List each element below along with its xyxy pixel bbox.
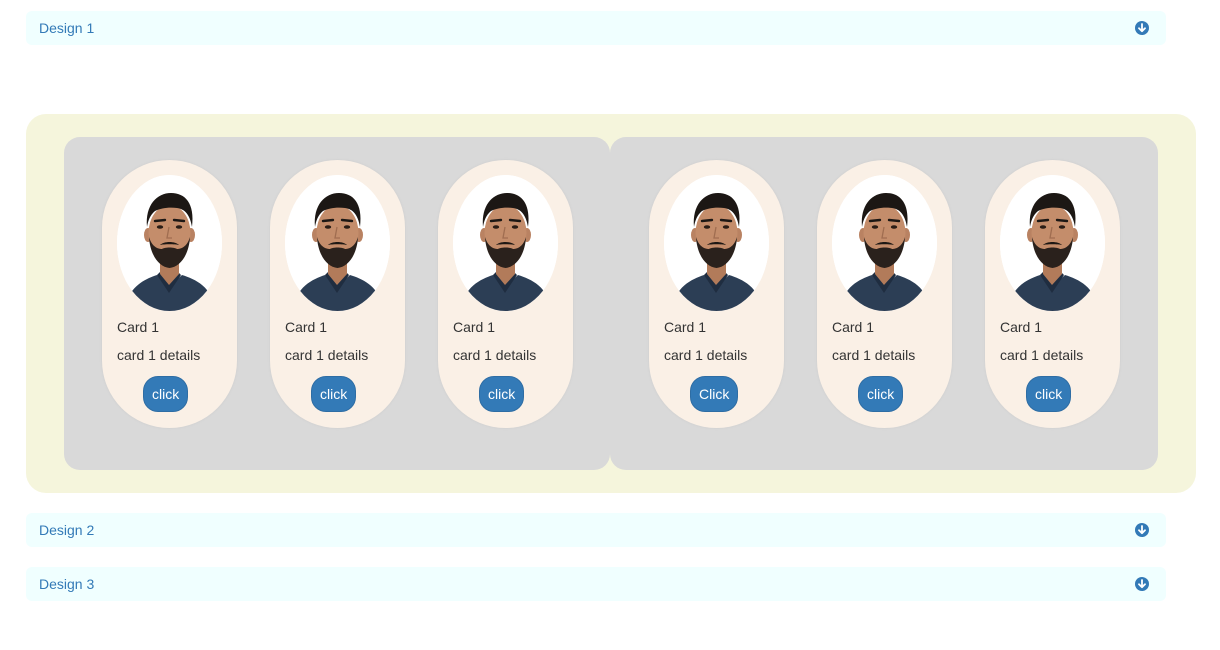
card-click-button[interactable]: click — [858, 376, 904, 412]
accordion-header-design-2[interactable]: Design 2 — [26, 513, 1166, 547]
profile-card: Card 1 card 1 details click — [270, 160, 405, 428]
card-title: Card 1 — [453, 319, 496, 335]
profile-card: Card 1 card 1 details click — [438, 160, 573, 428]
profile-photo — [1000, 175, 1105, 311]
card-title: Card 1 — [664, 319, 707, 335]
profile-card: Card 1 card 1 details click — [985, 160, 1120, 428]
card-title: Card 1 — [117, 319, 160, 335]
card-click-button[interactable]: click — [311, 376, 357, 412]
profile-photo — [453, 175, 558, 311]
accordion-header-design-3[interactable]: Design 3 — [26, 567, 1166, 601]
circle-arrow-down-icon[interactable] — [1135, 523, 1149, 537]
accordion-title: Design 2 — [39, 522, 95, 538]
accordion-title: Design 1 — [39, 20, 95, 36]
profile-photo — [832, 175, 937, 311]
card-details: card 1 details — [453, 347, 537, 363]
card-click-button[interactable]: Click — [690, 376, 739, 412]
card-click-button[interactable]: click — [143, 376, 189, 412]
profile-photo — [285, 175, 390, 311]
card-title: Card 1 — [285, 319, 328, 335]
card-title: Card 1 — [832, 319, 875, 335]
card-group-2: Card 1 card 1 details Click Card 1 card … — [610, 137, 1158, 470]
card-click-button[interactable]: click — [479, 376, 525, 412]
profile-card: Card 1 card 1 details click — [817, 160, 952, 428]
card-details: card 1 details — [117, 347, 201, 363]
circle-arrow-down-icon[interactable] — [1135, 577, 1149, 591]
profile-card: Card 1 card 1 details click — [102, 160, 237, 428]
card-title: Card 1 — [1000, 319, 1043, 335]
accordion-panel-design-1: Card 1 card 1 details click Card 1 card … — [26, 114, 1196, 493]
card-click-button[interactable]: click — [1026, 376, 1072, 412]
card-details: card 1 details — [664, 347, 748, 363]
card-group-1: Card 1 card 1 details click Card 1 card … — [64, 137, 610, 470]
circle-arrow-down-icon[interactable] — [1135, 21, 1149, 35]
accordion-header-design-1[interactable]: Design 1 — [26, 11, 1166, 45]
card-details: card 1 details — [1000, 347, 1084, 363]
accordion-title: Design 3 — [39, 576, 95, 592]
card-details: card 1 details — [285, 347, 369, 363]
profile-card: Card 1 card 1 details Click — [649, 160, 784, 428]
profile-photo — [664, 175, 769, 311]
profile-photo — [117, 175, 222, 311]
card-details: card 1 details — [832, 347, 916, 363]
